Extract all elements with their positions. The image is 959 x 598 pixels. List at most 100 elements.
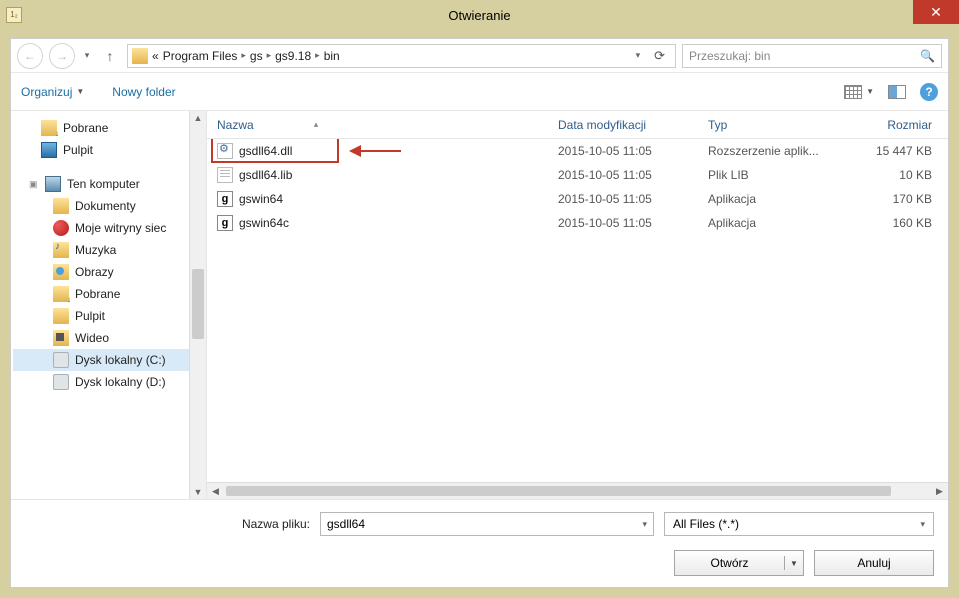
scroll-up-icon[interactable]: ▲ [194, 111, 203, 125]
breadcrumb-prefix: « [152, 49, 159, 63]
address-bar[interactable]: « Program Files ▸ gs ▸ gs9.18 ▸ bin ▾ ⟳ [127, 44, 676, 68]
tree-item[interactable]: Wideo [13, 327, 204, 349]
nav-up-button[interactable]: ↑ [99, 45, 121, 67]
search-input[interactable]: Przeszukaj: bin 🔍 [682, 44, 942, 68]
drive-icon [53, 374, 69, 390]
column-name-label: Nazwa [217, 118, 254, 132]
scroll-thumb[interactable] [192, 269, 204, 339]
tree-item[interactable]: Pulpit [13, 139, 204, 161]
sort-asc-icon: ▴ [314, 119, 319, 130]
filename-value: gsdll64 [327, 517, 365, 531]
tree-item[interactable]: Obrazy [13, 261, 204, 283]
view-mode-button[interactable]: ▼ [844, 85, 874, 99]
sidebar-scrollbar[interactable]: ▲ ▼ [189, 111, 206, 499]
file-row[interactable]: gsdll64.lib2015-10-05 11:05Plik LIB10 KB [207, 163, 948, 187]
breadcrumb: « Program Files ▸ gs ▸ gs9.18 ▸ bin [152, 49, 340, 63]
filename-input[interactable]: gsdll64 ▾ [320, 512, 654, 536]
video-icon [53, 330, 69, 346]
column-header-type[interactable]: Typ [698, 118, 848, 132]
file-name: gswin64c [239, 216, 289, 230]
column-header-size[interactable]: Rozmiar [848, 118, 948, 132]
preview-pane-icon [888, 85, 906, 99]
globe-icon [53, 220, 69, 236]
breadcrumb-item[interactable]: Program Files [163, 49, 238, 63]
file-row[interactable]: ggswin642015-10-05 11:05Aplikacja170 KB [207, 187, 948, 211]
scroll-track[interactable] [224, 483, 931, 499]
tree-item-label: Pobrane [63, 121, 108, 135]
tree-item[interactable]: Pobrane [13, 283, 204, 305]
download-icon [41, 120, 57, 136]
file-type-filter[interactable]: All Files (*.*) ▾ [664, 512, 934, 536]
refresh-button[interactable]: ⟳ [648, 48, 671, 64]
file-row[interactable]: gsdll64.dll2015-10-05 11:05Rozszerzenie … [207, 139, 948, 163]
application-icon: g [217, 215, 233, 231]
tree-item[interactable]: Dysk lokalny (D:) [13, 371, 204, 393]
close-icon: ✕ [930, 4, 942, 21]
chevron-down-icon: ▼ [76, 87, 84, 96]
breadcrumb-item[interactable]: bin [324, 49, 340, 63]
chevron-down-icon[interactable]: ▾ [920, 519, 925, 530]
folder-icon [132, 48, 148, 64]
nav-history-dropdown[interactable]: ▾ [81, 50, 93, 61]
tree-item[interactable]: Moje witryny siec [13, 217, 204, 239]
sheet-icon [217, 167, 233, 183]
file-date: 2015-10-05 11:05 [548, 144, 698, 158]
expand-icon[interactable]: ▣ [29, 179, 39, 190]
tree-item[interactable]: Pulpit [13, 305, 204, 327]
chevron-right-icon[interactable]: ▸ [315, 50, 320, 61]
help-button[interactable]: ? [920, 83, 938, 101]
folder-icon [53, 198, 69, 214]
search-icon: 🔍 [920, 49, 935, 63]
breadcrumb-item[interactable]: gs9.18 [275, 49, 311, 63]
file-date: 2015-10-05 11:05 [548, 216, 698, 230]
dialog-buttons: Otwórz ▼ Anuluj [25, 550, 934, 576]
close-button[interactable]: ✕ [913, 0, 959, 24]
nav-back-button[interactable]: ← [17, 43, 43, 69]
filename-label: Nazwa pliku: [25, 517, 310, 531]
navigation-bar: ← → ▾ ↑ « Program Files ▸ gs ▸ gs9.18 ▸ … [11, 39, 948, 73]
chevron-right-icon[interactable]: ▸ [241, 50, 246, 61]
column-header-date[interactable]: Data modyfikacji [548, 118, 698, 132]
file-size: 170 KB [848, 192, 948, 206]
chevron-down-icon[interactable]: ▾ [642, 519, 647, 530]
tree-item-label: Pulpit [63, 143, 93, 157]
file-row[interactable]: ggswin64c2015-10-05 11:05Aplikacja160 KB [207, 211, 948, 235]
tree-item[interactable]: Dysk lokalny (C:) [13, 349, 204, 371]
scroll-left-icon[interactable]: ◀ [207, 486, 224, 497]
dialog-bottom-panel: Nazwa pliku: gsdll64 ▾ All Files (*.*) ▾… [11, 499, 948, 587]
scroll-track[interactable] [190, 125, 206, 485]
computer-icon [45, 176, 61, 192]
tree-group-label: Ten komputer [67, 177, 140, 191]
organize-label: Organizuj [21, 85, 72, 99]
gear-icon [217, 143, 233, 159]
horizontal-scrollbar[interactable]: ◀ ▶ [207, 482, 948, 499]
file-list: Nazwa ▴ Data modyfikacji Typ Rozmiar gsd… [207, 111, 948, 499]
download-icon [53, 286, 69, 302]
list-view-icon [844, 85, 862, 99]
search-placeholder: Przeszukaj: bin [689, 49, 770, 63]
tree-item[interactable]: Muzyka [13, 239, 204, 261]
file-date: 2015-10-05 11:05 [548, 168, 698, 182]
tree-group-computer[interactable]: ▣ Ten komputer [13, 173, 204, 195]
tree-item[interactable]: Dokumenty [13, 195, 204, 217]
cancel-button[interactable]: Anuluj [814, 550, 934, 576]
music-icon [53, 242, 69, 258]
scroll-thumb[interactable] [226, 486, 891, 496]
preview-pane-button[interactable] [888, 85, 906, 99]
tree-item-label: Wideo [75, 331, 109, 345]
scroll-right-icon[interactable]: ▶ [931, 486, 948, 497]
organize-button[interactable]: Organizuj ▼ [21, 85, 84, 99]
nav-forward-button[interactable]: → [49, 43, 75, 69]
tree-item[interactable]: Pobrane [13, 117, 204, 139]
open-button[interactable]: Otwórz ▼ [674, 550, 804, 576]
scroll-down-icon[interactable]: ▼ [194, 485, 203, 499]
window-title: Otwieranie [0, 8, 959, 23]
chevron-right-icon[interactable]: ▸ [267, 50, 272, 61]
open-button-dropdown[interactable]: ▼ [785, 559, 803, 568]
breadcrumb-item[interactable]: gs [250, 49, 263, 63]
address-dropdown[interactable]: ▾ [636, 50, 641, 61]
new-folder-button[interactable]: Nowy folder [112, 85, 175, 99]
file-name: gsdll64.dll [239, 144, 292, 158]
column-header-name[interactable]: Nazwa ▴ [207, 118, 548, 132]
dialog-body: PobranePulpit▣Ten komputerDokumentyMoje … [11, 111, 948, 499]
